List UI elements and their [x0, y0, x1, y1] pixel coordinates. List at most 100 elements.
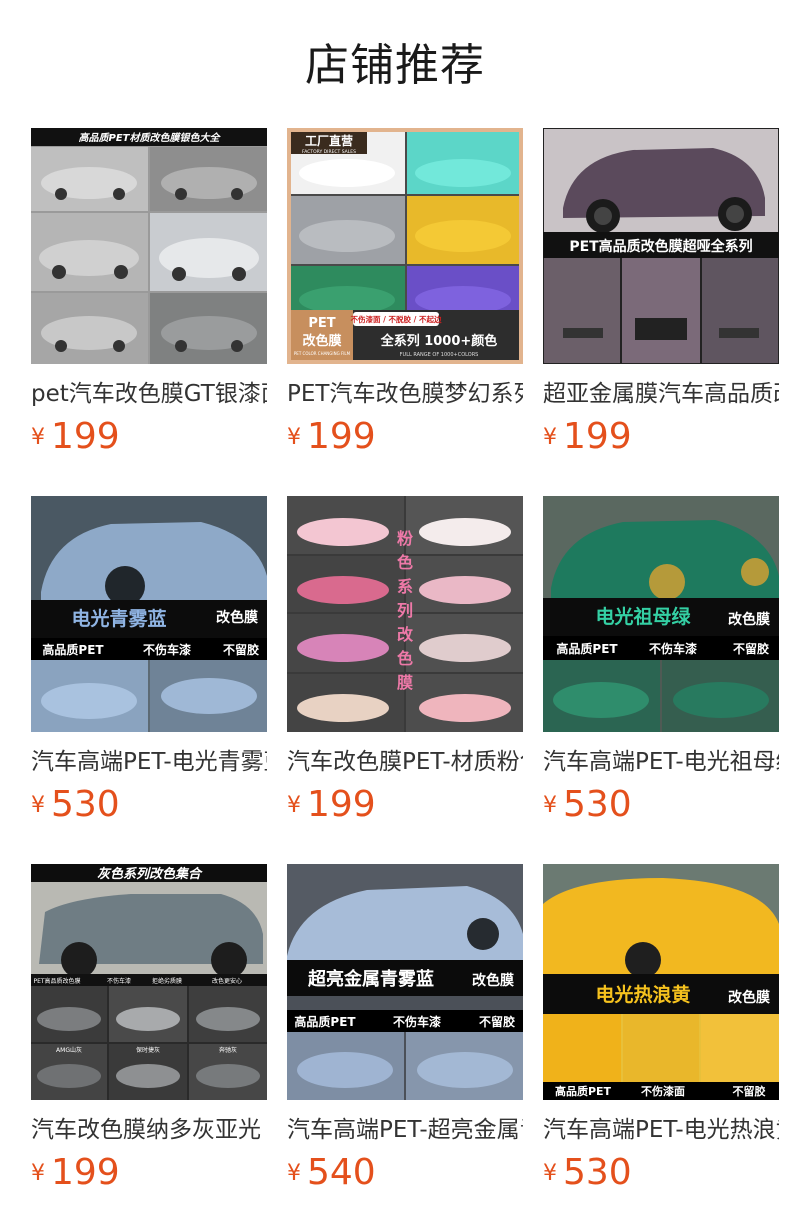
svg-text:色: 色 [397, 553, 413, 572]
price-value: 199 [51, 1152, 120, 1193]
svg-text:系: 系 [397, 577, 413, 596]
image-feature-2: 不伤漆面 [641, 1084, 685, 1098]
price-value: 199 [51, 416, 120, 457]
product-image-7[interactable]: 灰色系列改色集合 PET高品质改色膜 不伤车漆 拒绝劣质膜 改色更安心 AMG山… [31, 864, 267, 1100]
product-price: ¥530 [543, 782, 632, 828]
product-title[interactable]: 汽车改色膜纳多灰亚光 [31, 1114, 267, 1148]
product-image-6[interactable]: 电光祖母绿 改色膜 高品质PET 不伤车漆 不留胶 [543, 496, 779, 732]
image-banner-text: 灰色系列改色集合 [97, 866, 203, 882]
image-film-label: 改色膜 [728, 611, 770, 628]
image-color-name: 电光青雾蓝 [71, 607, 166, 630]
product-title[interactable]: 汽车改色膜PET-材质粉色系列 [287, 746, 523, 780]
product-card-3[interactable]: PET高品质改色膜超哑全系列 超亚金属膜汽车高品质改色膜 ¥199 [543, 128, 779, 458]
image-film-subtext: PET COLOR CHANGING FILM [294, 351, 351, 356]
currency-symbol: ¥ [287, 793, 301, 818]
svg-text:改: 改 [397, 625, 414, 644]
product-card-8[interactable]: 超亮金属青雾蓝 改色膜 高品质PET 不伤车漆 不留胶 汽车高端PET-超亮金属… [287, 864, 523, 1194]
currency-symbol: ¥ [31, 1161, 45, 1186]
product-image-9[interactable]: 电光热浪黄 改色膜 高品质PET 不伤漆面 不留胶 [543, 864, 779, 1100]
image-feature-1: 高品质PET [555, 1084, 612, 1098]
image-feature-3: 不留胶 [733, 1084, 766, 1098]
product-title[interactable]: 汽车高端PET-电光祖母绿 [543, 746, 779, 780]
image-film-label: 改色膜 [216, 609, 258, 626]
price-value: 530 [563, 784, 632, 825]
image-feature-3: 不留胶 [479, 1014, 515, 1029]
product-image-4[interactable]: 电光青雾蓝 改色膜 高品质PET 不伤车漆 不留胶 [31, 496, 267, 732]
price-value: 199 [307, 784, 376, 825]
image-feature-4: 改色更安心 [212, 977, 242, 985]
image-film-label: 改色膜 [728, 989, 770, 1006]
product-card-9[interactable]: 电光热浪黄 改色膜 高品质PET 不伤漆面 不留胶 汽车高端PET-电光热浪黄 … [543, 864, 779, 1194]
currency-symbol: ¥ [543, 425, 557, 450]
price-value: 530 [51, 784, 120, 825]
svg-text:膜: 膜 [397, 673, 413, 692]
image-pet-text: PET [308, 316, 335, 331]
product-price: ¥199 [31, 1150, 120, 1196]
image-film-label: 改色膜 [472, 972, 514, 989]
image-banner-text: 工厂直营 [305, 133, 353, 148]
product-price: ¥199 [287, 414, 376, 460]
image-feature-3: 不留胶 [733, 641, 769, 656]
price-value: 530 [563, 1152, 632, 1193]
product-price: ¥530 [543, 1150, 632, 1196]
price-value: 199 [307, 416, 376, 457]
image-color-name: 超亮金属青雾蓝 [308, 968, 434, 990]
product-price: ¥540 [287, 1150, 376, 1196]
product-title[interactable]: 汽车高端PET-电光热浪黄 [543, 1114, 779, 1148]
product-image-8[interactable]: 超亮金属青雾蓝 改色膜 高品质PET 不伤车漆 不留胶 [287, 864, 523, 1100]
image-feature-2: 不伤车漆 [107, 977, 131, 985]
product-title[interactable]: 汽车高端PET-电光青雾蓝 [31, 746, 267, 780]
price-value: 540 [307, 1152, 376, 1193]
product-card-5[interactable]: 粉 色 系 列 改 色 膜 汽车改色膜PET-材质粉色系列 ¥199 [287, 496, 523, 826]
image-feature-1: PET高品质改色膜 [33, 977, 80, 985]
image-feature-3: 拒绝劣质膜 [152, 977, 182, 985]
page-title: 店铺推荐 [305, 40, 485, 91]
currency-symbol: ¥ [31, 793, 45, 818]
image-range-text: 全系列 1000+颜色 [380, 333, 498, 349]
image-range-subtext: FULL RANGE OF 1000+COLORS [400, 352, 479, 358]
currency-symbol: ¥ [543, 793, 557, 818]
svg-text:色: 色 [397, 649, 413, 668]
product-card-4[interactable]: 电光青雾蓝 改色膜 高品质PET 不伤车漆 不留胶 汽车高端PET-电光青雾蓝 … [31, 496, 267, 826]
product-card-2[interactable]: 工厂直营 FACTORY DIRECT SALES PET 改色膜 PET CO… [287, 128, 523, 458]
currency-symbol: ¥ [543, 1161, 557, 1186]
svg-text:列: 列 [397, 601, 413, 620]
product-title[interactable]: 汽车高端PET-超亮金属青雾蓝 [287, 1114, 523, 1148]
image-banner-subtext: FACTORY DIRECT SALES [302, 149, 356, 155]
image-feature-text: 不伤漆面 / 不脱胶 / 不起边 [351, 314, 442, 324]
product-card-6[interactable]: 电光祖母绿 改色膜 高品质PET 不伤车漆 不留胶 汽车高端PET-电光祖母绿 … [543, 496, 779, 826]
image-feature-1: 高品质PET [556, 641, 618, 656]
image-feature-1: 高品质PET [294, 1014, 356, 1029]
image-feature-2: 不伤车漆 [649, 641, 697, 656]
image-banner-text: 高品质PET材质改色膜银色大全 [79, 132, 222, 144]
image-label-3: 奔驰灰 [219, 1046, 237, 1054]
price-value: 199 [563, 416, 632, 457]
image-feature-3: 不留胶 [223, 642, 259, 657]
product-price: ¥199 [543, 414, 632, 460]
image-feature-1: 高品质PET [42, 642, 104, 657]
product-title[interactable]: PET汽车改色膜梦幻系列 [287, 378, 523, 412]
product-image-3[interactable]: PET高品质改色膜超哑全系列 [543, 128, 779, 364]
product-card-1[interactable]: 高品质PET材质改色膜银色大全 pet汽车改色膜GT银漆面 ¥ 199 [31, 128, 267, 458]
product-card-7[interactable]: 灰色系列改色集合 PET高品质改色膜 不伤车漆 拒绝劣质膜 改色更安心 AMG山… [31, 864, 267, 1194]
image-film-text: 改色膜 [302, 333, 341, 349]
product-image-5[interactable]: 粉 色 系 列 改 色 膜 [287, 496, 523, 732]
currency-symbol: ¥ [31, 425, 45, 450]
vertical-pink-title: 粉 色 系 列 改 色 膜 [397, 529, 414, 692]
image-feature-2: 不伤车漆 [143, 642, 191, 657]
product-price: ¥199 [287, 782, 376, 828]
svg-text:粉: 粉 [397, 529, 413, 548]
image-label-1: AMG山灰 [56, 1046, 82, 1054]
image-color-name: 电光祖母绿 [595, 605, 691, 628]
product-price: ¥199 [31, 414, 120, 460]
image-color-name: 电光热浪黄 [595, 983, 690, 1006]
currency-symbol: ¥ [287, 1161, 301, 1186]
product-title[interactable]: pet汽车改色膜GT银漆面 [31, 378, 267, 412]
image-label-2: 保时捷灰 [136, 1046, 160, 1054]
product-image-1[interactable]: 高品质PET材质改色膜银色大全 [31, 128, 267, 364]
product-image-2[interactable]: 工厂直营 FACTORY DIRECT SALES PET 改色膜 PET CO… [287, 128, 523, 364]
image-feature-2: 不伤车漆 [393, 1014, 441, 1029]
product-title[interactable]: 超亚金属膜汽车高品质改色膜 [543, 378, 779, 412]
currency-symbol: ¥ [287, 425, 301, 450]
image-banner-text: PET高品质改色膜超哑全系列 [569, 238, 752, 255]
